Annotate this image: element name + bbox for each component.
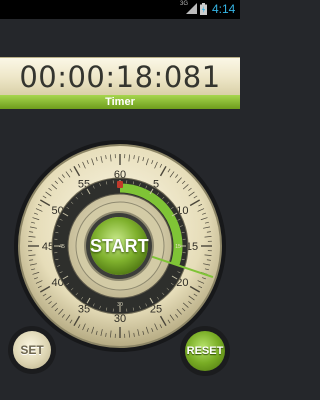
inner-number: 45 [59,244,65,250]
start-button[interactable]: START [90,217,149,275]
inner-number: 15 [175,244,181,250]
reset-button-label: RESET [186,345,224,357]
start-button-label: START [90,236,149,256]
reset-button[interactable]: RESET [185,331,225,371]
set-button-label: SET [20,343,44,357]
outer-number: 30 [114,313,126,325]
inner-number: 30 [117,302,123,308]
top-marker [117,181,123,188]
set-button[interactable]: SET [13,331,51,369]
